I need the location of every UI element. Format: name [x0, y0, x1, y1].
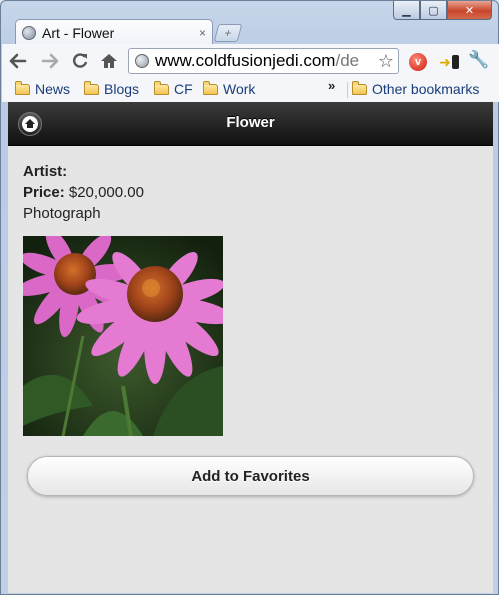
minimize-button[interactable]: ▁: [393, 1, 420, 20]
url-rest: /de: [335, 51, 360, 70]
bookmark-work[interactable]: Work: [203, 80, 256, 97]
browser-toolbar: www.coldfusionjedi.com/de ☆ v ➜ 🔧: [2, 44, 499, 79]
add-to-favorites-button[interactable]: Add to Favorites: [27, 456, 474, 496]
other-bookmarks-label: Other bookmarks: [372, 81, 480, 97]
folder-icon: [154, 80, 169, 95]
bookmark-cf[interactable]: CF: [154, 80, 193, 97]
artist-label: Artist:: [23, 163, 68, 180]
star-icon[interactable]: ☆: [375, 51, 394, 72]
app-header: Flower: [8, 102, 493, 146]
address-bar[interactable]: www.coldfusionjedi.com/de ☆: [128, 48, 399, 74]
bookmark-label: Blogs: [104, 81, 140, 97]
folder-icon: [352, 80, 367, 95]
folder-icon: [203, 80, 218, 95]
browser-tab[interactable]: Art - Flower ×: [15, 19, 213, 45]
back-arrow-icon[interactable]: [7, 50, 29, 72]
bookmarks-bar: News Blogs CF Work » Other bookmarks: [2, 78, 499, 102]
wrench-icon[interactable]: 🔧: [468, 50, 489, 70]
folder-icon: [15, 80, 30, 95]
price-row: Price: $20,000.00: [23, 182, 144, 203]
url-main: www.coldfusionjedi.com: [155, 51, 336, 70]
other-bookmarks[interactable]: Other bookmarks: [352, 80, 480, 97]
new-tab-button[interactable]: +: [213, 24, 243, 42]
window-controls: ▁ ▢ ✕: [393, 1, 492, 20]
reload-icon[interactable]: [69, 50, 91, 72]
artist-row: Artist:: [23, 161, 144, 182]
browser-window: ▁ ▢ ✕ Art - Flower × + www.coldfusionjed…: [0, 0, 499, 595]
extension-phone-icon[interactable]: ➜: [439, 51, 459, 73]
page-info-icon[interactable]: [135, 54, 149, 68]
close-window-button[interactable]: ✕: [447, 1, 492, 20]
page-favicon-icon: [22, 25, 36, 40]
page-title: Flower: [226, 114, 275, 131]
bookmark-news[interactable]: News: [15, 80, 71, 97]
bookmark-label: News: [35, 81, 71, 97]
bookmark-blogs[interactable]: Blogs: [84, 80, 140, 97]
maximize-button[interactable]: ▢: [420, 1, 447, 20]
art-details: Artist: Price: $20,000.00 Photograph: [23, 161, 144, 224]
artwork-image: [23, 236, 223, 436]
page-content: Flower Artist: Price: $20,000.00 Photogr…: [8, 102, 493, 593]
folder-icon: [84, 80, 99, 95]
url-text: www.coldfusionjedi.com/de: [155, 51, 359, 71]
home-icon[interactable]: [98, 50, 120, 72]
medium-text: Photograph: [23, 205, 101, 222]
price-label: Price:: [23, 184, 65, 201]
bookmarks-overflow-button[interactable]: »: [328, 78, 335, 93]
tab-title: Art - Flower: [42, 24, 115, 41]
forward-arrow-icon[interactable]: [39, 50, 61, 72]
price-value: $20,000.00: [68, 184, 144, 201]
bookmarks-divider: [347, 82, 348, 98]
tab-close-icon[interactable]: ×: [199, 26, 206, 40]
extension-red-icon[interactable]: v: [409, 53, 427, 71]
bookmark-label: Work: [223, 81, 256, 97]
bookmark-label: CF: [174, 81, 193, 97]
